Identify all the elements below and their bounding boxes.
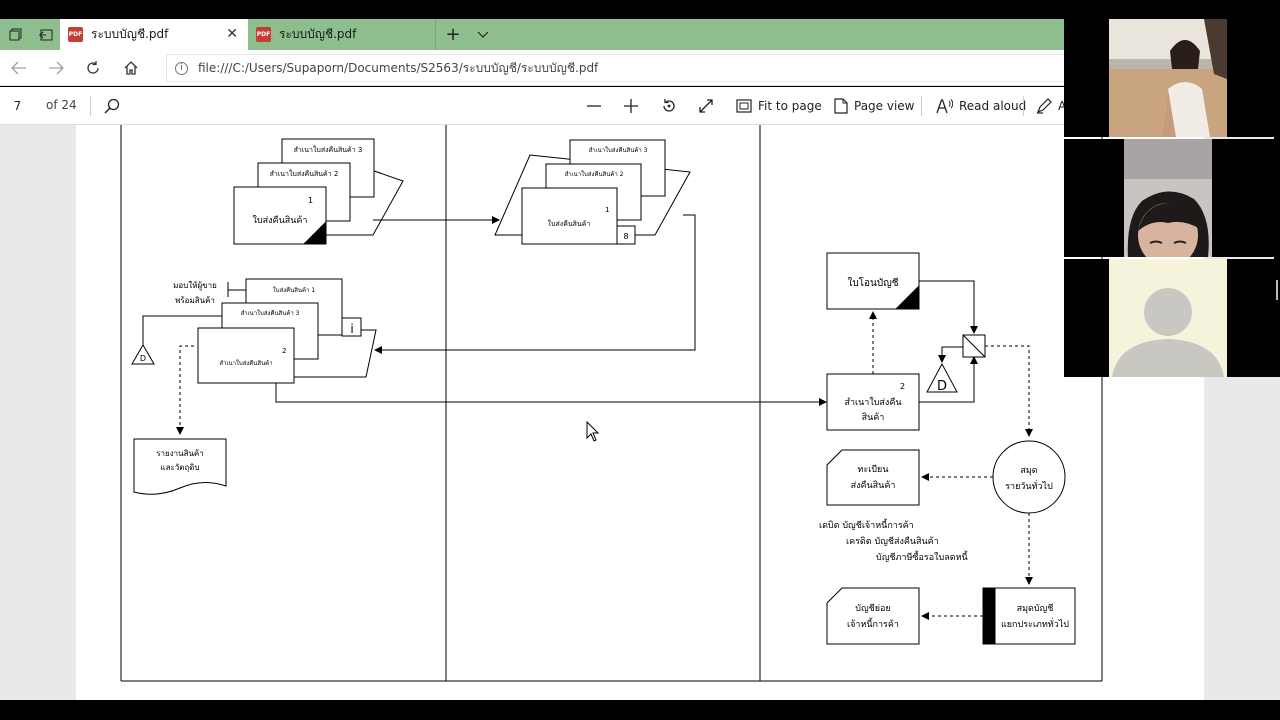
general-ledger: สมุดบัญชี แยกประเภททั่วไป [982,587,1076,645]
register-line1: ทะเบียน [858,464,889,475]
report-document: รายงานสินค้า และวัตถุดิบ [133,438,227,495]
copy2-line2: สินค้า [862,412,885,423]
page-view-label: Page view [854,99,915,113]
tab-list-chevron-icon[interactable] [472,19,494,50]
subledger-line1: บัญชีย่อย [855,603,890,614]
doc-number: 2 [900,382,905,391]
toolbar-divider [1023,96,1024,116]
pdf-file-icon: PDF [68,27,83,42]
doc-stack-top-left: สำเนาใบส่งคืนสินค้า 3 สำเนาใบส่งคืนสินค้… [233,138,404,245]
tab-title: ระบบบัญชี.pdf [279,27,357,41]
page-view-button[interactable]: Page view [834,95,915,117]
back-to-tabs-icon[interactable] [34,19,56,50]
tab-bar: PDF ระบบบัญชี.pdf ✕ PDF ระบบบัญชี.pdf + [0,19,1064,50]
general-journal: สมุด รายวันทั่วไป [992,440,1066,514]
avatar-head [1144,288,1192,336]
entry-line1: เดบิต บัญชีเจ้าหนี้การค้า [819,518,914,531]
register-line2: ส่งคืนสินค้า [851,480,896,491]
site-info-icon[interactable]: i [175,61,188,75]
report-line1: รายงานสินค้า [156,449,204,458]
scroll-indicator[interactable] [1276,280,1278,300]
doc-original-label: ใบส่งคืนสินค้า [253,215,308,226]
connector-label: 8 [623,232,628,241]
report-line2: และวัตถุดิบ [160,463,199,472]
read-aloud-label: Read aloud [959,99,1027,113]
forward-arrow-icon[interactable] [44,56,68,80]
doc-number: 1 [308,196,313,205]
participant-video-1[interactable] [1064,19,1274,137]
copy2-line1: สำเนาใบส่งคืน [845,397,902,408]
tab-title: ระบบบัญชี.pdf [91,27,169,41]
search-icon[interactable] [104,95,126,117]
file-triangle-big: D [926,362,958,394]
tab-inactive[interactable]: PDF ระบบบัญชี.pdf [248,19,436,50]
entry-line2: เครดิต บัญชีส่งคืนสินค้า [846,536,939,547]
file-label: D [140,354,146,363]
transfer-voucher-label: ใบโอนบัญชี [847,276,898,289]
annotation-bracket: มอบให้ผู้ขาย พร้อมสินค้า [173,281,246,305]
toolbar-divider [90,96,91,116]
fit-to-page-button[interactable]: Fit to page [736,95,822,117]
mouse-cursor-icon [586,420,600,442]
side-strip [1274,19,1280,377]
participant-video-3[interactable] [1064,259,1274,377]
journal-entry: เดบิต บัญชีเจ้าหนี้การค้า เครดิต บัญชีส่… [819,518,968,563]
pdf-file-icon: PDF [256,27,271,42]
url-text: file:///C:/Users/Supaporn/Documents/S256… [198,60,599,75]
copy2-document: 2 สำเนาใบส่งคืน สินค้า [826,373,920,431]
tab-active[interactable]: PDF ระบบบัญชี.pdf ✕ [60,19,248,50]
doc-copy3-label: สำเนาใบส่งคืนสินค้า 3 [589,146,648,154]
doc-copy2-label: สำเนาใบส่งคืนสินค้า 2 [565,170,624,178]
file-label: D [937,379,947,394]
toolbar-divider [921,96,922,116]
doc-copy2-label: สำเนาใบส่งคืนสินค้า 2 [270,169,339,178]
connector-label: i [350,322,353,336]
doc-stack-middle: สำเนาใบส่งคืนสินค้า 3 สำเนาใบส่งคืนสินค้… [494,139,691,245]
address-field[interactable]: i file:///C:/Users/Supaporn/Documents/S2… [166,54,1066,82]
new-tab-icon[interactable]: + [442,19,464,50]
fit-to-page-label: Fit to page [758,99,822,113]
read-aloud-button[interactable]: Read aloud [936,95,1026,117]
pdf-toolbar: 7 of 24 Fit to page Page view Read aloud… [0,87,1066,125]
doc-original-label: ใบส่งคืนสินค้า [548,219,591,228]
fullscreen-icon[interactable] [698,95,720,117]
doc-copy3-label: สำเนาใบส่งคืนสินค้า 3 [241,309,300,317]
participant-video-2[interactable] [1064,139,1274,257]
close-tab-icon[interactable]: ✕ [226,26,238,42]
transfer-voucher-doc: ใบโอนบัญชี [826,252,920,310]
page-number-field[interactable]: 7 [0,92,35,120]
entry-line3: บัญชีภาษีซื้อรอใบลดหนี้ [876,550,968,563]
rotate-icon[interactable] [661,95,683,117]
address-bar-row: i file:///C:/Users/Supaporn/Documents/S2… [0,50,1066,86]
home-icon[interactable] [119,56,143,80]
doc-copy1-label: ใบส่งคืนสินค้า 1 [273,286,315,294]
zoom-in-icon[interactable] [623,95,645,117]
back-arrow-icon[interactable] [7,56,31,80]
screen: PDF ระบบบัญชี.pdf ✕ PDF ระบบบัญชี.pdf + … [0,0,1280,720]
returns-register: ทะเบียน ส่งคืนสินค้า [826,449,920,506]
ledger-line1: สมุดบัญชี [1017,603,1054,614]
doc-stack-left-second: ใบส่งคืนสินค้า 1 สำเนาใบส่งคืนสินค้า 3 2… [197,278,377,384]
draw-button[interactable]: A [1036,95,1066,117]
taskbar-strip [0,700,1280,720]
accounts-payable-subledger: บัญชีย่อย เจ้าหนี้การค้า [826,587,920,645]
doc-copy2-label: สำเนาใบส่งคืนสินค้า [219,359,272,367]
doc-number: 2 [282,347,286,355]
annotation-line2: พร้อมสินค้า [175,296,215,305]
annotation-line1: มอบให้ผู้ขาย [173,281,217,291]
tab-actions-icon[interactable] [4,19,26,50]
journal-line1: สมุด [1020,466,1037,476]
refresh-icon[interactable] [81,56,105,80]
collate-symbol [962,334,986,358]
page-total: of 24 [46,98,77,112]
doc-copy3-label: สำเนาใบส่งคืนสินค้า 3 [294,145,363,154]
doc-number: 1 [605,206,609,214]
zoom-out-icon[interactable] [586,95,608,117]
